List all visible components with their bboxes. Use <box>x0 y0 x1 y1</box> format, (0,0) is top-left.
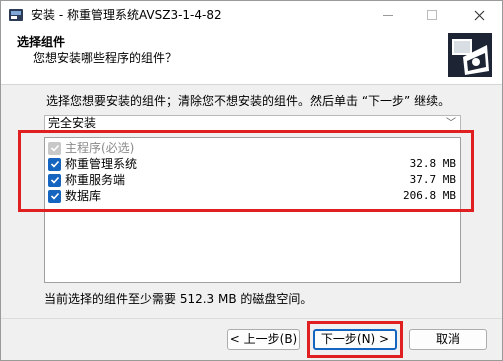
back-button[interactable]: < 上一步(B) <box>227 329 300 350</box>
chevron-down-icon: ﹀ <box>446 118 456 129</box>
installer-window: 安装 - 称重管理系统AVSZ3-1-4-82 选择组件 您想安装哪些程序的组件… <box>0 0 503 361</box>
window-title: 安装 - 称重管理系统AVSZ3-1-4-82 <box>31 8 222 22</box>
instruction-text: 选择您想要安装的组件；清除您不想安装的组件。然后单击 “下一步” 继续。 <box>46 94 451 108</box>
component-row-main: 主程序(必选) <box>45 140 460 156</box>
component-row-server[interactable]: 称重服务端 37.7 MB <box>45 172 460 188</box>
close-icon <box>474 10 484 20</box>
check-icon <box>50 160 59 168</box>
footer-divider <box>1 318 502 319</box>
disk-space-info: 当前选择的组件至少需要 512.3 MB 的磁盘空间。 <box>44 292 313 306</box>
minimize-button[interactable] <box>365 1 411 29</box>
cancel-button[interactable]: 取消 <box>409 329 487 350</box>
component-row-weighing-system[interactable]: 称重管理系统 32.8 MB <box>45 156 460 172</box>
component-label: 称重服务端 <box>65 173 126 187</box>
title-bar: 安装 - 称重管理系统AVSZ3-1-4-82 <box>1 1 502 29</box>
component-row-database[interactable]: 数据库 206.8 MB <box>45 188 460 204</box>
page-title: 选择组件 <box>17 35 66 49</box>
installer-logo-icon <box>444 32 496 80</box>
check-icon <box>50 144 59 152</box>
page-header: 选择组件 您想安装哪些程序的组件？ <box>1 29 502 85</box>
check-icon <box>50 176 59 184</box>
install-type-select[interactable]: 完全安装 ﹀ <box>44 115 461 132</box>
component-size: 206.8 MB <box>403 189 456 202</box>
close-button[interactable] <box>456 1 502 29</box>
check-icon <box>50 192 59 200</box>
components-list[interactable]: 主程序(必选) 称重管理系统 32.8 MB 称重服务端 37.7 MB 数据库… <box>44 137 461 283</box>
installer-app-icon <box>9 9 23 21</box>
install-type-value: 完全安装 <box>48 116 97 130</box>
page-subtitle: 您想安装哪些程序的组件？ <box>33 51 178 65</box>
checkbox-server[interactable] <box>48 173 61 187</box>
component-label: 称重管理系统 <box>65 157 138 171</box>
maximize-button[interactable] <box>409 1 455 29</box>
component-size: 37.7 MB <box>409 173 456 186</box>
next-button[interactable]: 下一步(N) > <box>313 329 397 350</box>
component-size: 32.8 MB <box>409 157 456 170</box>
checkbox-database[interactable] <box>48 189 61 203</box>
checkbox-main-program <box>48 141 61 155</box>
component-label: 数据库 <box>65 189 102 203</box>
component-label: 主程序(必选) <box>65 141 135 155</box>
checkbox-weighing-system[interactable] <box>48 157 61 171</box>
